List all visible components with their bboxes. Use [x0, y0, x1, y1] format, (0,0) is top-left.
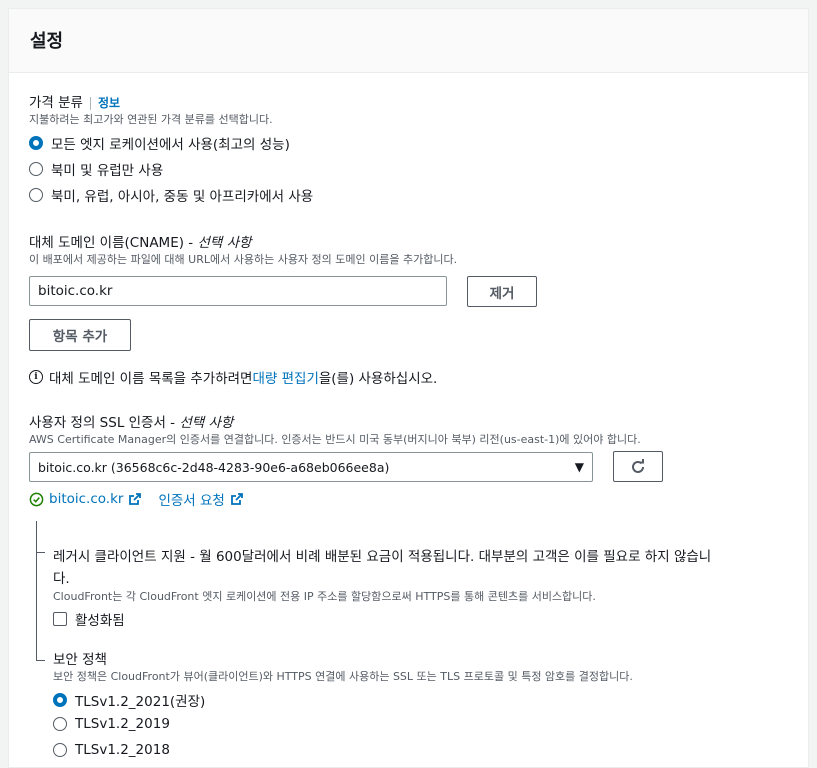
panel-title: 설정 — [30, 31, 64, 52]
caret-down-icon: ▼ — [574, 460, 584, 474]
ssl-optional: 선택 사항 — [179, 415, 234, 431]
legacy-description: CloudFront는 각 CloudFront 엣지 로케이션에 전용 IP … — [53, 590, 596, 603]
cname-optional: 선택 사항 — [197, 235, 252, 251]
request-certificate-link[interactable]: 인증서 요청 — [158, 489, 224, 509]
tree-branch — [36, 660, 45, 661]
bulk-info-suffix: 을(를) 사용하십시오. — [318, 371, 438, 387]
legacy-title-line2: 다. — [53, 571, 70, 587]
price-class-option-na-eu-asia[interactable]: 북미, 유럽, 아시아, 중동 및 아프리카에서 사용 — [29, 185, 313, 205]
external-link-icon[interactable] — [230, 492, 244, 506]
tls-option-2018[interactable]: TLSv1.2_2018 — [53, 742, 170, 758]
cname-heading: 대체 도메인 이름(CNAME) - 선택 사항 — [29, 231, 251, 251]
option-label: TLSv1.2_2019 — [75, 716, 170, 732]
ssl-links-row: bitoic.co.kr 인증서 요청 — [29, 489, 244, 509]
security-policy-label: 보안 정책 — [53, 652, 107, 668]
cname-input[interactable]: bitoic.co.kr — [29, 276, 447, 306]
ssl-certificate-select[interactable]: bitoic.co.kr (36568c6c-2d48-4283-90e6-a6… — [29, 452, 593, 482]
security-policy-description: 보안 정책은 CloudFront가 뷰어(클라이언트)와 HTTPS 연결에 … — [53, 670, 633, 683]
price-class-info-link[interactable]: 정보 — [98, 96, 120, 110]
cname-input-value: bitoic.co.kr — [38, 283, 113, 299]
radio-button[interactable] — [29, 136, 43, 150]
option-label: 모든 엣지 로케이션에서 사용(최고의 성능) — [51, 137, 290, 153]
divider — [89, 96, 91, 110]
radio-button[interactable] — [29, 188, 43, 202]
legacy-title-line1: 레거시 클라이언트 지원 - 월 600달러에서 비례 배분된 요금이 적용됩니… — [53, 549, 712, 565]
option-label: TLSv1.2_2018 — [75, 742, 170, 758]
radio-button[interactable] — [53, 743, 67, 757]
tls-option-2021[interactable]: TLSv1.2_2021(권장) — [53, 690, 205, 710]
price-class-option-all[interactable]: 모든 엣지 로케이션에서 사용(최고의 성능) — [29, 133, 290, 153]
option-label: 북미, 유럽, 아시아, 중동 및 아프리카에서 사용 — [51, 189, 314, 205]
price-class-heading: 가격 분류 정보 — [29, 91, 120, 111]
checkbox-label: 활성화됨 — [75, 613, 125, 629]
bulk-info-prefix: 대체 도메인 이름 목록을 추가하려면 — [49, 371, 253, 387]
success-check-icon — [29, 492, 44, 506]
ssl-label: 사용자 정의 SSL 인증서 - — [29, 415, 180, 431]
certificate-link[interactable]: bitoic.co.kr — [49, 491, 123, 507]
enabled-checkbox[interactable] — [53, 612, 67, 626]
option-label: TLSv1.2_2021(권장) — [75, 694, 206, 710]
tree-branch — [36, 552, 45, 553]
radio-button[interactable] — [53, 717, 67, 731]
tls-option-2019[interactable]: TLSv1.2_2019 — [53, 716, 170, 732]
info-icon: i — [29, 370, 43, 384]
ssl-selected-value: bitoic.co.kr (36568c6c-2d48-4283-90e6-a6… — [38, 459, 390, 475]
price-class-option-na-eu[interactable]: 북미 및 유럽만 사용 — [29, 159, 163, 179]
cname-label: 대체 도메인 이름(CNAME) - — [29, 235, 198, 251]
bulk-editor-link[interactable]: 대량 편집기 — [252, 367, 318, 387]
add-item-button[interactable]: 항목 추가 — [29, 319, 131, 351]
radio-button[interactable] — [29, 162, 43, 176]
price-class-description: 지불하려는 최고가와 연관된 가격 분류를 선택합니다. — [29, 113, 273, 126]
panel-header: 설정 — [9, 9, 808, 73]
cname-bulk-info: i 대체 도메인 이름 목록을 추가하려면 대량 편집기 을(를) 사용하십시오. — [29, 367, 437, 387]
legacy-enabled-checkbox-row[interactable]: 활성화됨 — [53, 609, 125, 629]
option-label: 북미 및 유럽만 사용 — [51, 163, 164, 179]
refresh-icon — [632, 458, 644, 473]
radio-button[interactable] — [53, 693, 67, 707]
ssl-description: AWS Certificate Manager의 인증서를 연결합니다. 인증서… — [29, 433, 641, 446]
remove-button[interactable]: 제거 — [467, 276, 537, 307]
refresh-button[interactable] — [613, 451, 663, 482]
tree-line — [36, 521, 37, 660]
price-class-label: 가격 분류 — [29, 95, 83, 111]
external-link-icon[interactable] — [128, 492, 142, 506]
cname-description: 이 배포에서 제공하는 파일에 대해 URL에서 사용하는 사용자 정의 도메인… — [29, 253, 458, 266]
ssl-heading: 사용자 정의 SSL 인증서 - 선택 사항 — [29, 411, 233, 431]
